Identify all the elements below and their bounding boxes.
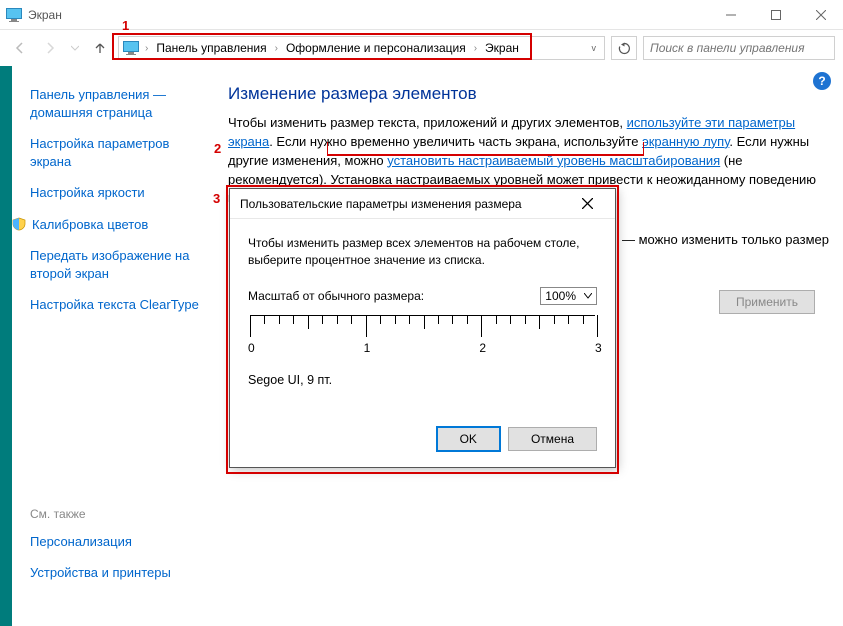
sidebar: Панель управления — домашняя страница На…	[12, 66, 212, 626]
sidebar-footer-link[interactable]: Устройства и принтеры	[30, 564, 202, 582]
custom-scaling-dialog: Пользовательские параметры изменения раз…	[229, 188, 616, 468]
sidebar-link[interactable]: Настройка текста ClearType	[30, 296, 202, 314]
sample-font-text: Segoe UI, 9 пт.	[248, 373, 597, 387]
sidebar-footer: См. также Персонализация Устройства и пр…	[30, 507, 202, 616]
close-button[interactable]	[798, 0, 843, 30]
chevron-down-icon	[584, 293, 592, 299]
toolbar: › Панель управления › Оформление и персо…	[0, 30, 843, 66]
dialog-close-button[interactable]	[567, 190, 607, 218]
link-custom-scaling[interactable]: установить настраиваемый уровень масштаб…	[387, 153, 720, 168]
window-controls	[708, 0, 843, 30]
dialog-title: Пользовательские параметры изменения раз…	[240, 197, 567, 211]
sidebar-footer-link[interactable]: Персонализация	[30, 533, 202, 551]
maximize-button[interactable]	[753, 0, 798, 30]
chevron-right-icon[interactable]: ›	[273, 43, 280, 54]
breadcrumb-item[interactable]: Экран	[483, 41, 521, 55]
ruler[interactable]: 0123	[250, 315, 595, 363]
dialog-button-row: OK Отмена	[248, 427, 597, 451]
ruler-label: 0	[248, 341, 255, 355]
shield-icon	[12, 217, 26, 231]
sidebar-link[interactable]: Передать изображение на второй экран	[30, 247, 202, 282]
scale-row: Масштаб от обычного размера: 100%	[248, 287, 597, 305]
window-title: Экран	[28, 8, 708, 22]
help-icon[interactable]: ?	[813, 72, 831, 90]
up-button[interactable]	[88, 36, 112, 60]
back-button[interactable]	[8, 36, 32, 60]
scale-label: Масштаб от обычного размера:	[248, 289, 424, 303]
ruler-label: 1	[364, 341, 371, 355]
sidebar-home-link[interactable]: Панель управления — домашняя страница	[30, 86, 202, 121]
address-dropdown[interactable]: v	[588, 43, 601, 53]
link-magnifier[interactable]: экранную лупу	[642, 134, 729, 149]
window-titlebar: Экран	[0, 0, 843, 30]
breadcrumb-item[interactable]: Панель управления	[154, 41, 268, 55]
cancel-button[interactable]: Отмена	[508, 427, 597, 451]
scale-value: 100%	[545, 289, 576, 303]
left-edge-strip	[0, 66, 12, 626]
scale-select[interactable]: 100%	[540, 287, 597, 305]
ruler-label: 3	[595, 341, 602, 355]
address-bar[interactable]: › Панель управления › Оформление и персо…	[118, 36, 605, 60]
text-fragment: . Если нужно временно увеличить часть эк…	[269, 134, 642, 149]
monitor-icon	[6, 8, 22, 22]
ok-button[interactable]: OK	[437, 427, 500, 451]
page-title: Изменение размера элементов	[228, 84, 819, 104]
chevron-right-icon[interactable]: ›	[472, 43, 479, 54]
forward-button[interactable]	[38, 36, 62, 60]
sidebar-link[interactable]: Калибровка цветов	[12, 216, 202, 234]
minimize-button[interactable]	[708, 0, 753, 30]
dialog-titlebar[interactable]: Пользовательские параметры изменения раз…	[230, 189, 615, 219]
breadcrumb-item[interactable]: Оформление и персонализация	[284, 41, 468, 55]
chevron-right-icon[interactable]: ›	[143, 43, 150, 54]
apply-button[interactable]: Применить	[719, 290, 815, 314]
sidebar-link-label: Калибровка цветов	[32, 216, 148, 234]
refresh-button[interactable]	[611, 36, 637, 60]
search-input[interactable]	[643, 36, 835, 60]
ruler-label: 2	[479, 341, 486, 355]
sidebar-footer-heading: См. также	[30, 507, 202, 521]
dialog-body: Чтобы изменить размер всех элементов на …	[230, 219, 615, 467]
recent-dropdown[interactable]	[68, 36, 82, 60]
sidebar-link[interactable]: Настройка яркости	[30, 184, 202, 202]
main-hidden-text: — можно изменить только размер	[622, 232, 832, 247]
sidebar-link[interactable]: Настройка параметров экрана	[30, 135, 202, 170]
monitor-icon	[123, 41, 139, 55]
text-fragment: Чтобы изменить размер текста, приложений…	[228, 115, 627, 130]
dialog-description: Чтобы изменить размер всех элементов на …	[248, 235, 597, 269]
